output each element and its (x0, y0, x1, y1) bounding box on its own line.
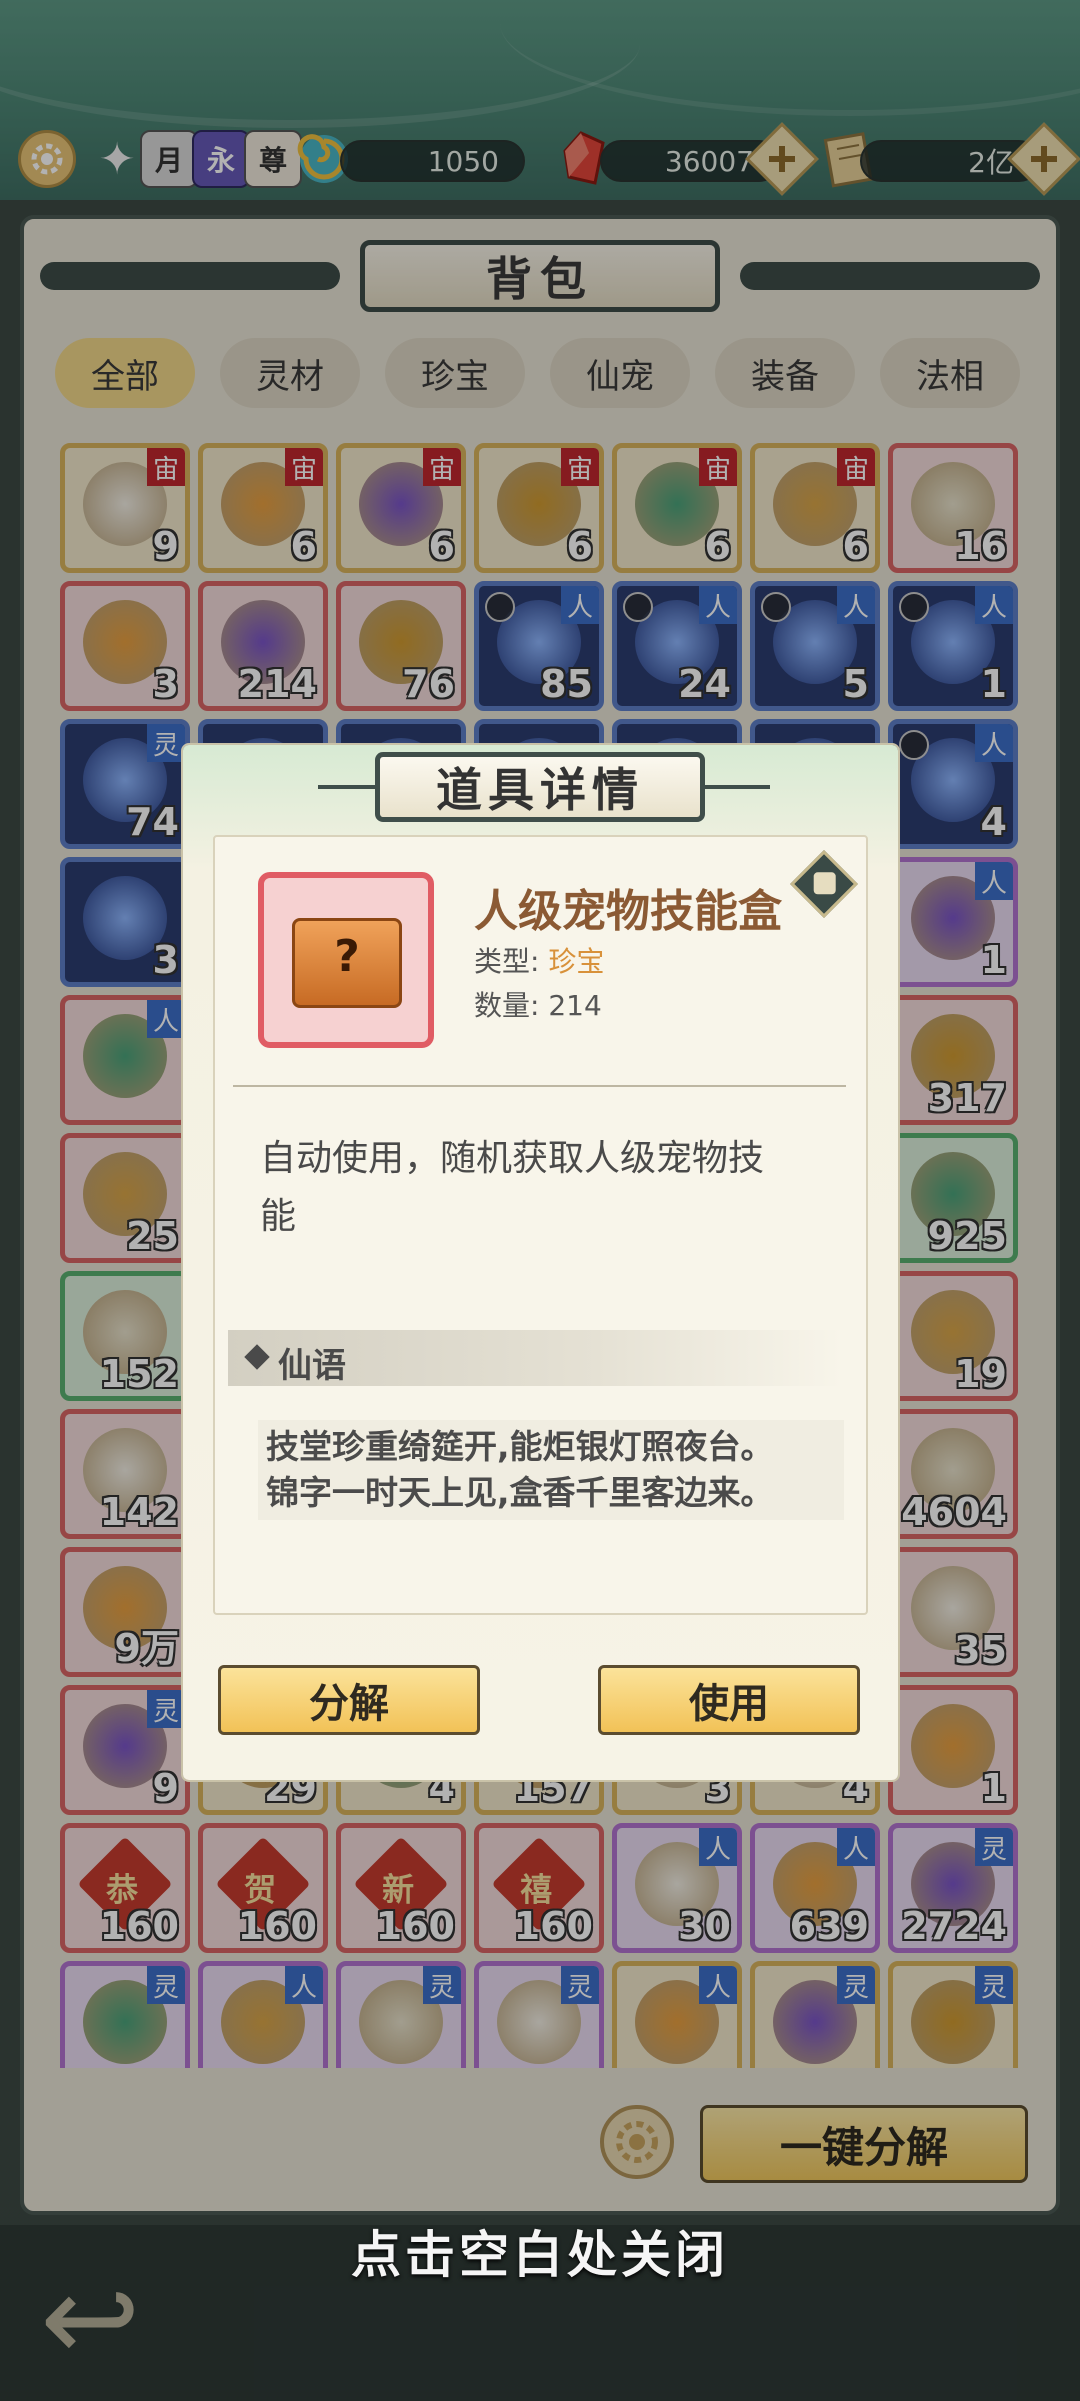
close-hint: 点击空白处关闭 (351, 2226, 729, 2284)
use-button[interactable]: 使用 (598, 1665, 860, 1735)
item-icon: ? (258, 872, 434, 1048)
diamond-icon (244, 1344, 270, 1370)
item-count: 数量: 214 (474, 989, 602, 1022)
item-name: 人级宠物技能盒 (474, 886, 782, 937)
item-poem: 技堂珍重绮筵开,能炬银灯照夜台。 锦字一时天上见,盒香千里客边来。 (258, 1420, 844, 1520)
item-type: 类型: 珍宝 (474, 945, 605, 978)
xianyu-header: 仙语 (228, 1330, 843, 1386)
modal-title: 道具详情 (375, 752, 705, 822)
mystery-box-icon: ? (292, 918, 402, 1008)
item-description: 自动使用，随机获取人级宠物技能 (260, 1138, 765, 1237)
decompose-button[interactable]: 分解 (218, 1665, 480, 1735)
divider (233, 1085, 846, 1087)
